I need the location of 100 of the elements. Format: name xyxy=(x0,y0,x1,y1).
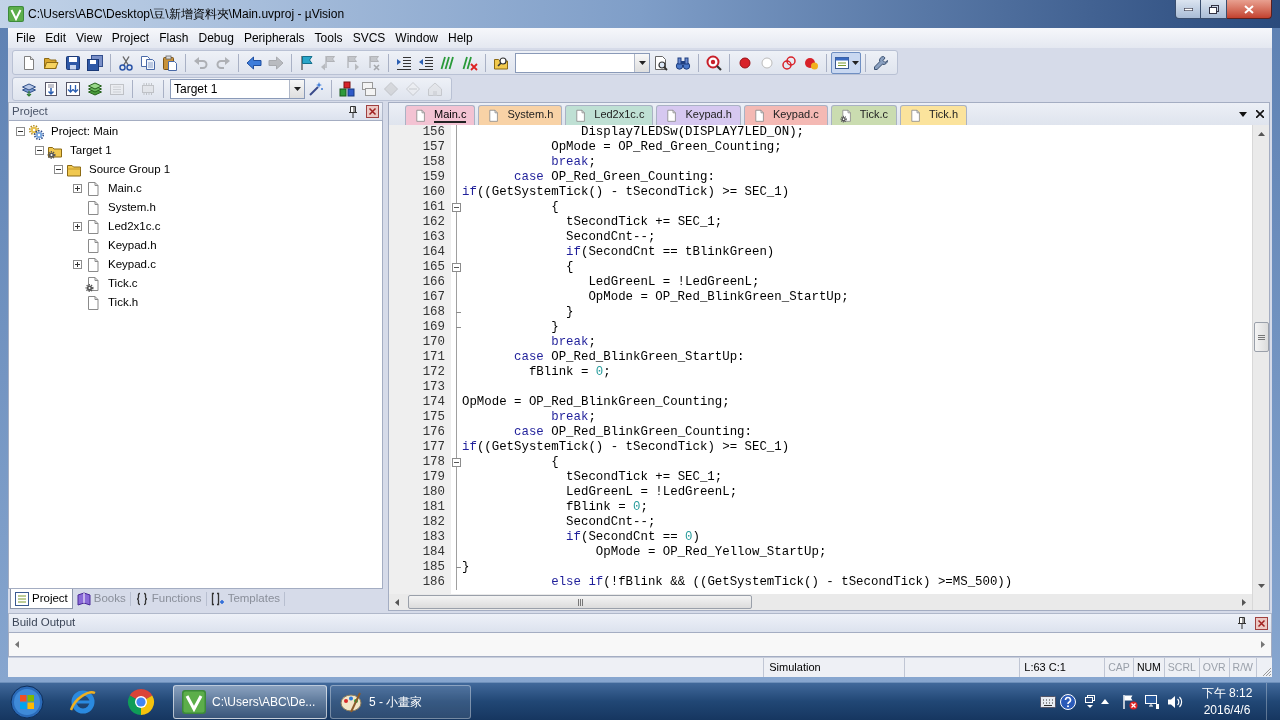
minimize-button[interactable] xyxy=(1175,0,1201,19)
page-icon xyxy=(85,199,101,216)
menu-item[interactable]: Tools xyxy=(309,29,348,47)
window-select-button[interactable] xyxy=(831,51,861,74)
clock-date: 2016/4/6 xyxy=(1203,701,1251,719)
tree-item[interactable]: Keypad.c xyxy=(108,255,156,274)
menu-item[interactable]: Help xyxy=(443,29,478,47)
caret-icon xyxy=(293,87,301,91)
house-icon xyxy=(427,81,443,97)
right-arrow-icon[interactable] xyxy=(1242,598,1246,606)
menu-item[interactable]: Flash xyxy=(154,29,194,47)
tree-item[interactable]: Source Group 1 xyxy=(89,160,171,179)
menu-item[interactable]: Peripherals xyxy=(238,29,310,47)
down-arrow-icon[interactable] xyxy=(1257,583,1265,588)
network-icon[interactable] xyxy=(1144,693,1160,710)
tree-item[interactable]: Tick.h xyxy=(108,293,139,312)
window-title: C:\Users\ABC\Desktop\豆\新增資料夾\Main.uvproj - µVision xyxy=(28,6,345,23)
flag-cross-icon[interactable] xyxy=(1122,693,1138,710)
menu-item[interactable]: Project xyxy=(106,29,155,47)
flag-icon xyxy=(299,54,315,71)
line-number: 186 xyxy=(422,575,445,590)
code-line: else if(!fBlink && ((GetSystemTick() - tSecondTick) >=MS_500)) xyxy=(551,575,1013,590)
taskbar-button[interactable]: C:\Users\ABC\De... xyxy=(173,684,327,719)
pin-icon[interactable] xyxy=(348,105,358,118)
menu-item[interactable]: Debug xyxy=(193,29,239,47)
editor-tab[interactable]: System.h xyxy=(478,105,563,125)
menu-item[interactable]: File xyxy=(11,29,41,47)
code-line: Display7LEDSw(DISPLAY7LED_ON); xyxy=(580,125,805,140)
close-button[interactable] xyxy=(1227,0,1272,19)
target-combo[interactable]: Target 1 xyxy=(170,79,305,99)
dropdown-button[interactable] xyxy=(634,53,649,72)
dropdown-button[interactable] xyxy=(289,80,304,98)
page-icon xyxy=(909,108,922,123)
right-arrow-icon[interactable] xyxy=(1261,641,1265,648)
tree-item[interactable]: Led2x1c.c xyxy=(108,217,161,236)
fold-toggle-icon[interactable] xyxy=(452,263,461,272)
components-button[interactable] xyxy=(336,78,358,100)
size-grip-icon[interactable] xyxy=(1262,667,1272,677)
scrollbar-thumb[interactable] xyxy=(408,595,752,609)
slashes-cross-icon xyxy=(462,54,478,71)
expand-toggle-icon[interactable] xyxy=(73,222,82,231)
line-number: 157 xyxy=(422,140,445,155)
line-number: 158 xyxy=(422,155,445,170)
fold-toggle-icon[interactable] xyxy=(452,458,461,467)
page-icon xyxy=(574,108,587,123)
tree-item[interactable]: Project: Main xyxy=(51,122,119,141)
list-window-icon xyxy=(15,591,29,606)
fold-toggle-icon[interactable] xyxy=(452,203,461,212)
editor-tab[interactable]: Tick.c xyxy=(830,105,898,125)
up-arrow-icon[interactable] xyxy=(1257,131,1265,136)
panel-tab[interactable]: Project xyxy=(10,589,73,609)
code-line: } xyxy=(462,560,470,575)
menu-item[interactable]: SVCS xyxy=(347,29,391,47)
code-line: break; xyxy=(551,335,596,350)
bracket-arrow-icon xyxy=(210,592,225,606)
tree-item[interactable]: System.h xyxy=(108,198,156,217)
dropdown-arrow-icon[interactable] xyxy=(1239,111,1247,117)
menu-item[interactable]: View xyxy=(71,29,107,47)
line-number: 180 xyxy=(422,485,445,500)
editor-tab[interactable]: Led2x1c.c xyxy=(565,105,654,125)
editor-tab[interactable]: Tick.h xyxy=(900,105,968,125)
code-line: SecondCnt--; xyxy=(566,230,656,245)
outdent-icon xyxy=(418,54,434,71)
menu-item[interactable]: Window xyxy=(390,29,443,47)
help-icon[interactable] xyxy=(1060,693,1076,710)
left-arrow-icon[interactable] xyxy=(395,598,399,606)
tricolor-circle-icon xyxy=(127,687,155,716)
wrench-icon xyxy=(873,54,889,71)
expand-toggle-icon[interactable] xyxy=(73,260,82,269)
window-switch-icon[interactable] xyxy=(1084,694,1096,709)
line-number: 163 xyxy=(422,230,445,245)
expand-toggle-icon[interactable] xyxy=(73,184,82,193)
close-icon[interactable] xyxy=(1256,110,1264,118)
speaker-icon[interactable] xyxy=(1167,693,1183,710)
pin-icon[interactable] xyxy=(1237,617,1247,629)
editor-tab[interactable]: Main.c xyxy=(405,105,476,125)
collapse-toggle-icon[interactable] xyxy=(54,165,63,174)
scrollbar-thumb[interactable] xyxy=(1253,322,1269,352)
code-line: OpMode = OP_Red_Yellow_StartUp; xyxy=(595,545,827,560)
tree-item[interactable]: Main.c xyxy=(108,179,142,198)
code-line: } xyxy=(551,320,559,335)
caret-icon xyxy=(638,60,646,65)
restore-button[interactable] xyxy=(1201,0,1227,19)
editor-tab[interactable]: Keypad.h xyxy=(656,105,741,125)
tree-item[interactable]: Tick.c xyxy=(108,274,138,293)
folder-search-icon xyxy=(493,54,509,71)
left-arrow-icon[interactable] xyxy=(15,641,19,648)
close-icon[interactable] xyxy=(1255,616,1268,630)
code-line: OpMode = OP_Red_Green_Counting; xyxy=(551,140,782,155)
editor-tab[interactable]: Keypad.c xyxy=(743,105,828,125)
tree-item[interactable]: Target 1 xyxy=(70,141,112,160)
collapse-toggle-icon[interactable] xyxy=(35,146,44,155)
tree-item[interactable]: Keypad.h xyxy=(108,236,157,255)
lined-box-icon xyxy=(109,81,125,97)
magic-wand-icon xyxy=(308,81,324,97)
up-arrow-icon[interactable] xyxy=(1101,699,1109,704)
taskbar-button[interactable]: 5 - 小畫家 xyxy=(330,684,471,719)
keyboard-icon[interactable] xyxy=(1040,695,1056,708)
collapse-toggle-icon[interactable] xyxy=(16,127,25,136)
menu-item[interactable]: Edit xyxy=(40,29,72,47)
